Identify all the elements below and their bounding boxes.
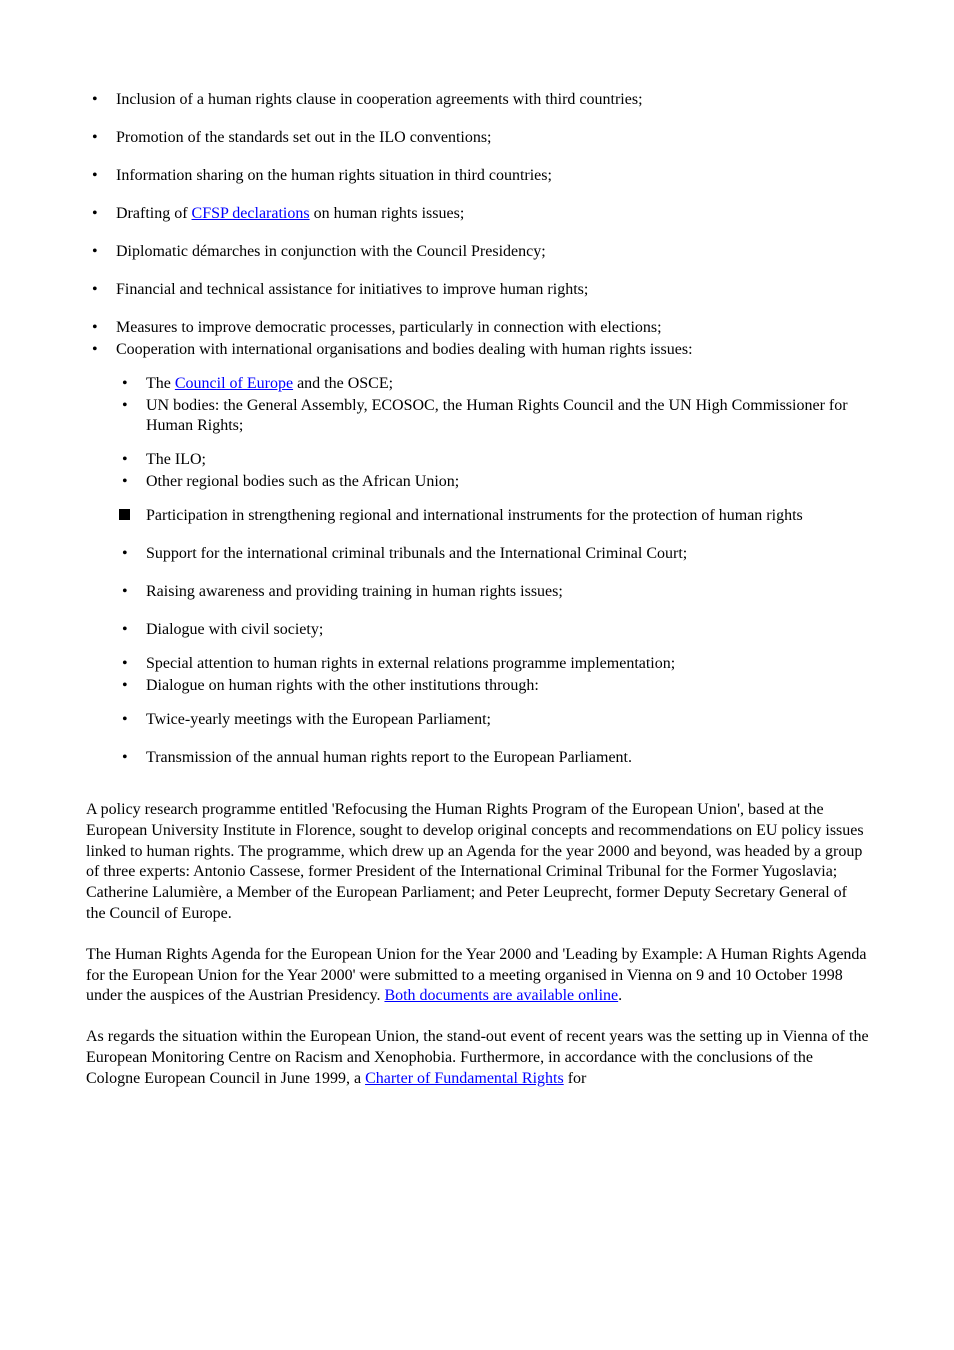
sub-list-item: UN bodies: the General Assembly, ECOSOC,…	[116, 396, 869, 436]
list-item: Diplomatic démarches in conjunction with…	[86, 242, 869, 262]
list-text: Diplomatic démarches in conjunction with…	[116, 243, 546, 260]
list-text: UN bodies: the General Assembly, ECOSOC,…	[146, 397, 848, 434]
sub-list-item: Dialogue with civil society;	[116, 620, 869, 640]
list-text: Twice-yearly meetings with the European …	[146, 711, 491, 728]
paragraph-text: for	[564, 1070, 587, 1087]
paragraph-text: .	[618, 987, 622, 1004]
document-page: Inclusion of a human rights clause in co…	[0, 0, 954, 1350]
body-paragraphs: A policy research programme entitled 'Re…	[86, 800, 869, 1090]
sub-list-item: Participation in strengthening regional …	[116, 506, 869, 526]
sub-list-item: The Council of Europe and the OSCE;	[116, 374, 869, 394]
list-item: Promotion of the standards set out in th…	[86, 128, 869, 148]
list-text: and the OSCE;	[293, 375, 393, 392]
sub-list-item: Other regional bodies such as the Africa…	[116, 472, 869, 492]
list-item: Cooperation with international organisat…	[86, 340, 869, 768]
list-text: Inclusion of a human rights clause in co…	[116, 91, 643, 108]
paragraph: A policy research programme entitled 'Re…	[86, 800, 869, 925]
list-text: Dialogue on human rights with the other …	[146, 677, 539, 694]
documents-online-link[interactable]: Both documents are available online	[384, 987, 618, 1004]
paragraph-text: A policy research programme entitled 'Re…	[86, 801, 864, 922]
list-text: The ILO;	[146, 451, 206, 468]
list-text: on human rights issues;	[310, 205, 465, 222]
cfsp-declarations-link[interactable]: CFSP declarations	[192, 205, 310, 222]
sub-list-item: Transmission of the annual human rights …	[116, 748, 869, 768]
list-item: Inclusion of a human rights clause in co…	[86, 90, 869, 110]
list-text: Raising awareness and providing training…	[146, 583, 563, 600]
sub-list-item: Special attention to human rights in ext…	[116, 654, 869, 674]
sub-list-item: Twice-yearly meetings with the European …	[116, 710, 869, 730]
list-text: Promotion of the standards set out in th…	[116, 129, 492, 146]
list-item: Financial and technical assistance for i…	[86, 280, 869, 300]
list-item: Information sharing on the human rights …	[86, 166, 869, 186]
list-text: Measures to improve democratic processes…	[116, 319, 662, 336]
sub-list-item: Raising awareness and providing training…	[116, 582, 869, 602]
list-text: Other regional bodies such as the Africa…	[146, 473, 459, 490]
paragraph: The Human Rights Agenda for the European…	[86, 945, 869, 1007]
council-of-europe-link[interactable]: Council of Europe	[175, 375, 293, 392]
list-text: Transmission of the annual human rights …	[146, 749, 632, 766]
sub-list-item: Support for the international criminal t…	[116, 544, 869, 564]
list-text: Information sharing on the human rights …	[116, 167, 552, 184]
list-item: Drafting of CFSP declarations on human r…	[86, 204, 869, 224]
charter-fundamental-rights-link[interactable]: Charter of Fundamental Rights	[365, 1070, 564, 1087]
paragraph: As regards the situation within the Euro…	[86, 1027, 869, 1089]
sub-list: The Council of Europe and the OSCE; UN b…	[116, 374, 869, 768]
main-list: Inclusion of a human rights clause in co…	[86, 90, 869, 768]
sub-list-item: Dialogue on human rights with the other …	[116, 676, 869, 696]
sub-list-item: The ILO;	[116, 450, 869, 470]
list-text: Drafting of	[116, 205, 192, 222]
list-text: Financial and technical assistance for i…	[116, 281, 588, 298]
list-text: Dialogue with civil society;	[146, 621, 323, 638]
list-text: Support for the international criminal t…	[146, 545, 687, 562]
list-item: Measures to improve democratic processes…	[86, 318, 869, 338]
list-text: Participation in strengthening regional …	[146, 507, 803, 524]
list-text: Cooperation with international organisat…	[116, 341, 693, 358]
list-text: Special attention to human rights in ext…	[146, 655, 675, 672]
list-text: The	[146, 375, 175, 392]
